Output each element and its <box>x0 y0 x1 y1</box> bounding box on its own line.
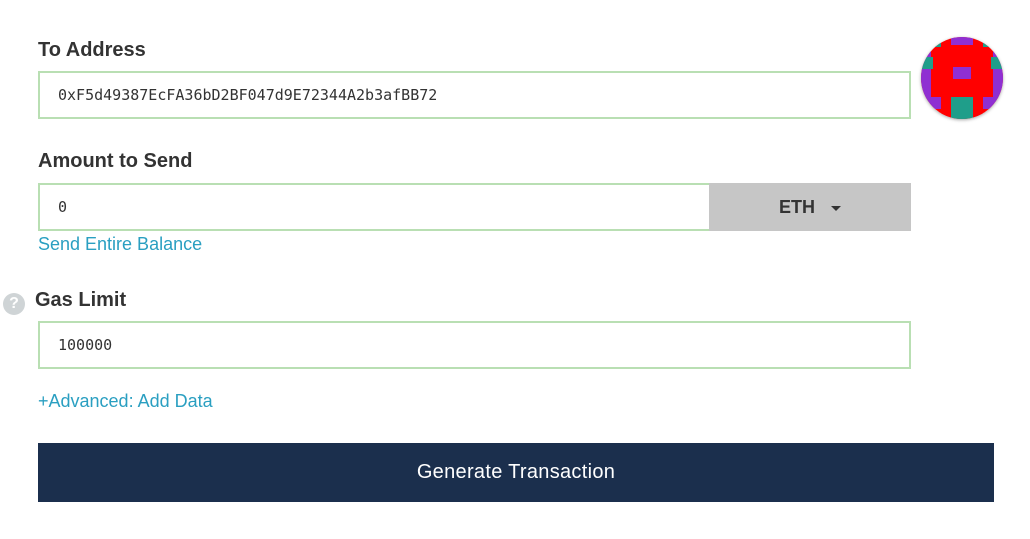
to-address-input[interactable]: 0xF5d49387EcFA36bD2BF047d9E72344A2b3afBB… <box>38 71 911 119</box>
caret-down-icon <box>831 205 841 211</box>
generate-transaction-button[interactable]: Generate Transaction <box>38 443 994 502</box>
to-address-label: To Address <box>38 39 146 61</box>
advanced-add-data-link[interactable]: +Advanced: Add Data <box>38 391 213 412</box>
amount-input[interactable]: 0 <box>38 183 711 231</box>
send-entire-balance-link[interactable]: Send Entire Balance <box>38 234 202 255</box>
amount-value: 0 <box>58 198 68 216</box>
question-circle-icon[interactable]: ? <box>3 293 25 315</box>
amount-label: Amount to Send <box>38 150 193 172</box>
generate-transaction-label: Generate Transaction <box>416 461 616 483</box>
unit-dropdown[interactable]: ETH <box>709 183 911 231</box>
gas-limit-value: 100000 <box>58 336 113 354</box>
address-identicon <box>921 37 1003 119</box>
gas-limit-input[interactable]: 100000 <box>38 321 911 369</box>
gas-limit-label: Gas Limit <box>35 289 127 311</box>
to-address-value: 0xF5d49387EcFA36bD2BF047d9E72344A2b3afBB… <box>58 86 438 104</box>
unit-dropdown-label: ETH <box>779 196 815 217</box>
